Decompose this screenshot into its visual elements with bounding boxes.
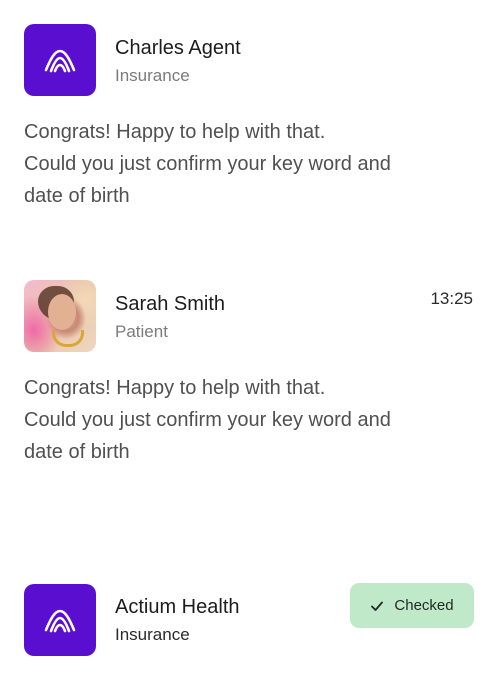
user-photo-detail [52,330,84,347]
status-badge-label: Checked [394,597,454,614]
avatar [24,584,96,656]
message-line: Could you just confirm your key word and [24,409,391,431]
user-photo-face [48,294,76,330]
message-text: Congrats! Happy to help with that. Could… [24,372,454,468]
contact-name: Charles Agent [115,37,241,59]
message-text: Congrats! Happy to help with that. Could… [24,116,454,212]
brand-logo-icon [44,609,76,633]
contact-role: Insurance [115,66,190,85]
message-line: Congrats! Happy to help with that. [24,377,326,399]
avatar [24,280,96,352]
message-line: Could you just confirm your key word and [24,153,391,175]
contact-name: Sarah Smith [115,293,226,315]
contact-role: Insurance [115,625,190,644]
contact-role: Patient [115,322,168,341]
message-line: date of birth [24,185,130,207]
avatar [24,24,96,96]
message-line: date of birth [24,441,130,463]
brand-logo-icon [44,49,76,73]
contact-name: Actium Health [115,596,240,618]
message-time: 13:25 [430,289,473,308]
message-line: Congrats! Happy to help with that. [24,121,326,143]
status-badge: Checked [350,583,474,628]
check-icon [370,599,384,613]
